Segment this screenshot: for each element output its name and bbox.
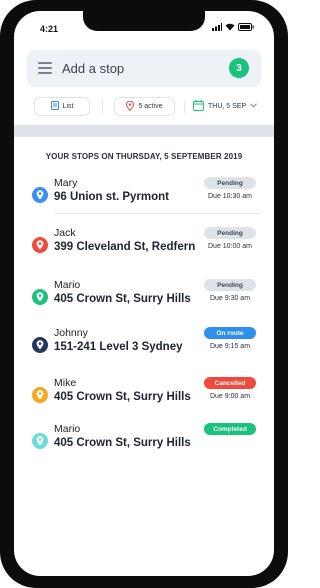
- stop-contact-name: Mario: [54, 279, 81, 291]
- phone-notch: [83, 11, 205, 31]
- list-view-label: List: [62, 103, 74, 110]
- status-badge: Completed: [204, 423, 256, 435]
- stop-item[interactable]: Mario 405 Crown St, Surry Hills Pending Due…: [14, 279, 274, 319]
- battery-icon: [238, 23, 254, 31]
- stop-address: 399 Cleveland St, Redfern: [54, 241, 196, 253]
- app-screen: 4:21 3 List: [14, 11, 274, 576]
- status-badge: Pending: [204, 227, 256, 239]
- row-divider: [54, 213, 260, 214]
- status-badge: On route: [204, 327, 256, 339]
- active-filter-button[interactable]: 5 active: [114, 97, 175, 116]
- due-time: Due 10:00 am: [208, 243, 252, 250]
- stop-contact-name: Jack: [54, 227, 76, 239]
- section-separator: [14, 125, 274, 137]
- signal-icon: [212, 23, 222, 31]
- filter-divider: [102, 100, 103, 113]
- status-badge: Pending: [204, 279, 256, 291]
- status-badge: Pending: [204, 177, 256, 189]
- stop-address: 405 Crown St, Surry Hills: [54, 391, 191, 403]
- due-time: Due 9:15 am: [209, 343, 251, 350]
- list-icon: [50, 101, 59, 112]
- stops-section-title: YOUR STOPS ON THURSDAY, 5 SEPTEMBER 2019: [45, 152, 243, 161]
- stop-contact-name: Mike: [54, 377, 77, 389]
- stop-item[interactable]: Jack 399 Cleveland St, Redfern Pending Due …: [14, 227, 274, 267]
- status-icons: [212, 23, 254, 31]
- location-pin-icon: [32, 387, 48, 403]
- stop-address: 151-241 Level 3 Sydney: [54, 341, 183, 353]
- location-pin-icon: [32, 337, 48, 353]
- due-time: Due 10:30 am: [208, 193, 252, 200]
- calendar-icon: [193, 100, 204, 113]
- location-pin-icon: [32, 433, 48, 449]
- stop-item[interactable]: Mary 96 Union st. Pyrmont Pending Due 10:30…: [14, 177, 274, 217]
- due-time: Due 9:30 am: [209, 295, 251, 302]
- location-pin-icon: [32, 289, 48, 305]
- filter-divider: [184, 100, 185, 113]
- stop-contact-name: Johnny: [54, 327, 88, 339]
- list-view-button[interactable]: List: [34, 97, 90, 116]
- filter-bar: List 5 active THU, 5 SEP: [14, 97, 274, 117]
- stop-address: 405 Crown St, Surry Hills: [54, 293, 191, 305]
- date-label: THU, 5 SEP: [208, 103, 247, 110]
- stop-contact-name: Mario: [54, 423, 81, 435]
- menu-icon[interactable]: [38, 62, 52, 74]
- stop-item[interactable]: Mike 405 Crown St, Surry Hills Cancelled Du…: [14, 377, 274, 417]
- active-count-label: 5 active: [138, 103, 163, 110]
- map-pin-icon: [126, 100, 135, 113]
- due-time: Due 9:00 am: [209, 393, 251, 400]
- stop-item[interactable]: Johnny 151-241 Level 3 Sydney On route Due …: [14, 327, 274, 367]
- search-bar: 3: [27, 50, 261, 87]
- location-pin-icon: [32, 237, 48, 253]
- date-picker[interactable]: THU, 5 SEP: [193, 97, 258, 116]
- location-pin-icon: [32, 187, 48, 203]
- status-badge: Cancelled: [204, 377, 256, 389]
- stop-item[interactable]: Mario 405 Crown St, Surry Hills Completed: [14, 423, 274, 463]
- stop-address: 96 Union st. Pyrmont: [54, 191, 170, 203]
- stop-address: 405 Crown St, Surry Hills: [54, 437, 191, 449]
- stop-count-badge: 3: [229, 58, 249, 78]
- chevron-down-icon: [250, 103, 258, 110]
- add-stop-input[interactable]: [62, 59, 212, 78]
- status-time: 4:21: [40, 24, 59, 34]
- phone-frame: 4:21 3 List: [0, 0, 288, 588]
- wifi-icon: [225, 23, 235, 31]
- stop-contact-name: Mary: [54, 177, 78, 189]
